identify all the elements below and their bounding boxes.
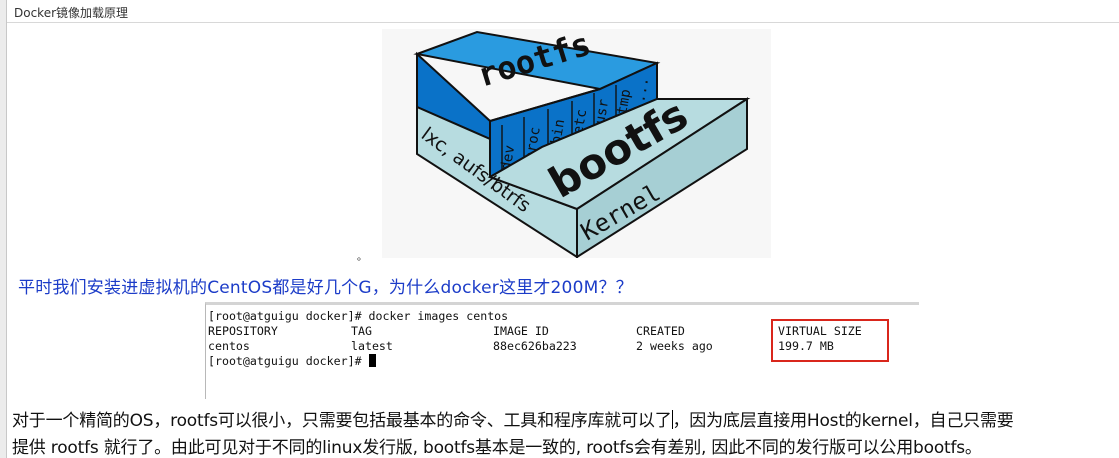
question-heading: 平时我们安装进虚拟机的CentOS都是好几个G，为什么docker这里才200M…: [18, 278, 633, 298]
terminal-final-prompt: [root@atguigu docker]#: [208, 354, 376, 369]
body-paragraph-line-1: 对于一个精简的OS，rootfs可以很小，只需要包括最基本的命令、工具和程序库就…: [12, 406, 1014, 431]
body-line1-part-b: ，因为底层直接用Host的kernel，自己只需要: [672, 411, 1014, 431]
terminal-command-line: [root@atguigu docker]# docker images cen…: [208, 309, 509, 323]
page-title: Docker镜像加载原理: [14, 6, 129, 20]
title-bar: Docker镜像加载原理: [7, 0, 1119, 23]
row-image-id: 88ec626ba223: [493, 339, 577, 353]
header-image-id: IMAGE ID: [493, 324, 549, 338]
virtual-size-highlight: [771, 319, 889, 362]
stray-dot: 。: [357, 252, 367, 263]
header-created: CREATED: [636, 324, 685, 338]
layers-illustration: rootfs dev proc bin etc usr tmp ... lxc,…: [413, 25, 751, 259]
terminal-output: [root@atguigu docker]# docker images cen…: [205, 302, 919, 399]
header-repository: REPOSITORY: [208, 324, 278, 338]
row-tag: latest: [351, 339, 393, 353]
document-page: Docker镜像加载原理 rootfs dev proc bin etc usr…: [0, 0, 1119, 458]
header-tag: TAG: [351, 324, 372, 338]
terminal-cursor: [368, 354, 376, 367]
left-margin-rule: [0, 0, 7, 458]
row-repository: centos: [208, 339, 250, 353]
body-line1-part-a: 对于一个精简的OS，rootfs可以很小，只需要包括最基本的命令、工具和程序库就…: [12, 411, 672, 431]
docker-layers-diagram: rootfs dev proc bin etc usr tmp ... lxc,…: [382, 25, 771, 259]
final-prompt-text: [root@atguigu docker]#: [208, 354, 369, 368]
body-paragraph-line-2: 提供 rootfs 就行了。由此可见对于不同的linux发行版, bootfs基…: [12, 438, 982, 458]
row-created: 2 weeks ago: [636, 339, 713, 353]
